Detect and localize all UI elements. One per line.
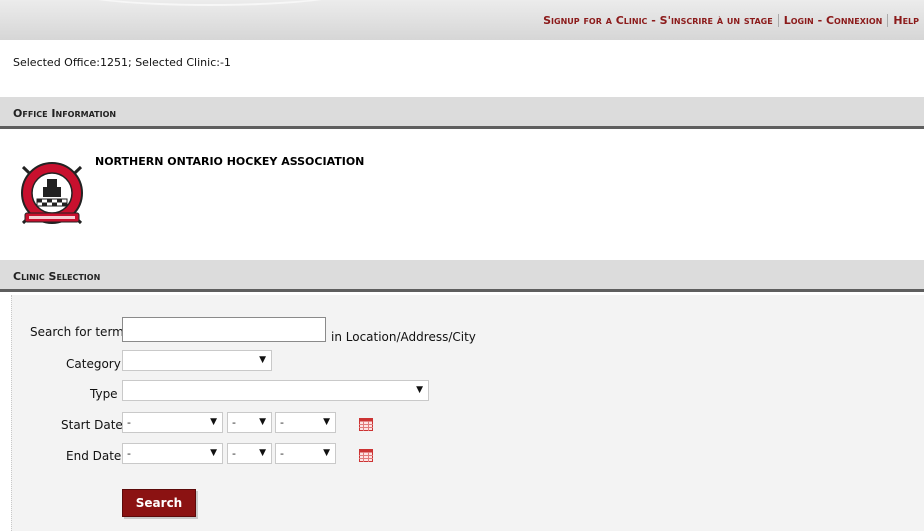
clinic-selection-header: Clinic Selection (0, 260, 924, 292)
dropdown-arrow-icon: ▼ (416, 385, 423, 395)
type-label: Type (90, 387, 118, 401)
start-date-day-value: - (280, 416, 284, 429)
selection-status: Selected Office:1251; Selected Clinic:-1 (13, 56, 231, 69)
end-date-year-value: - (127, 447, 131, 460)
start-date-year-value: - (127, 416, 131, 429)
help-link[interactable]: Help (888, 14, 924, 27)
category-label: Category (66, 357, 121, 371)
start-date-day-select[interactable]: - ▼ (275, 412, 336, 433)
search-term-input[interactable] (122, 317, 326, 342)
top-bar: Signup for a Clinic - S'inscrire à un st… (0, 0, 924, 40)
organization-name: NORTHERN ONTARIO HOCKEY ASSOCIATION (95, 155, 365, 168)
start-date-month-select[interactable]: - ▼ (227, 412, 272, 433)
dropdown-arrow-icon: ▼ (259, 417, 266, 427)
office-information-title: Office Information (13, 107, 117, 120)
end-date-year-select[interactable]: - ▼ (122, 443, 223, 464)
dropdown-arrow-icon: ▼ (210, 417, 217, 427)
calendar-icon[interactable] (359, 418, 373, 431)
end-date-label: End Date (66, 449, 122, 463)
end-date-month-select[interactable]: - ▼ (227, 443, 272, 464)
signup-clinic-link[interactable]: Signup for a Clinic - S'inscrire à un st… (538, 14, 778, 27)
calendar-icon[interactable] (359, 449, 373, 462)
start-date-label: Start Date (61, 418, 123, 432)
dropdown-arrow-icon: ▼ (323, 448, 330, 458)
dropdown-arrow-icon: ▼ (323, 417, 330, 427)
dropdown-arrow-icon: ▼ (210, 448, 217, 458)
search-term-label: Search for term (30, 325, 124, 339)
nohaa-logo (21, 162, 83, 225)
dropdown-arrow-icon: ▼ (259, 355, 266, 365)
end-date-day-select[interactable]: - ▼ (275, 443, 336, 464)
start-date-month-value: - (232, 416, 236, 429)
search-button[interactable]: Search (122, 489, 196, 517)
end-date-day-value: - (280, 447, 284, 460)
search-term-suffix: in Location/Address/City (331, 330, 476, 344)
end-date-month-value: - (232, 447, 236, 460)
top-navigation: Signup for a Clinic - S'inscrire à un st… (538, 13, 924, 27)
dropdown-arrow-icon: ▼ (259, 448, 266, 458)
start-date-year-select[interactable]: - ▼ (122, 412, 223, 433)
office-information-header: Office Information (0, 97, 924, 129)
category-select[interactable]: ▼ (122, 350, 272, 371)
type-select[interactable]: ▼ (122, 380, 429, 401)
login-link[interactable]: Login - Connexion (779, 14, 888, 27)
topbar-decoration (60, 0, 360, 6)
clinic-selection-title: Clinic Selection (13, 270, 101, 283)
